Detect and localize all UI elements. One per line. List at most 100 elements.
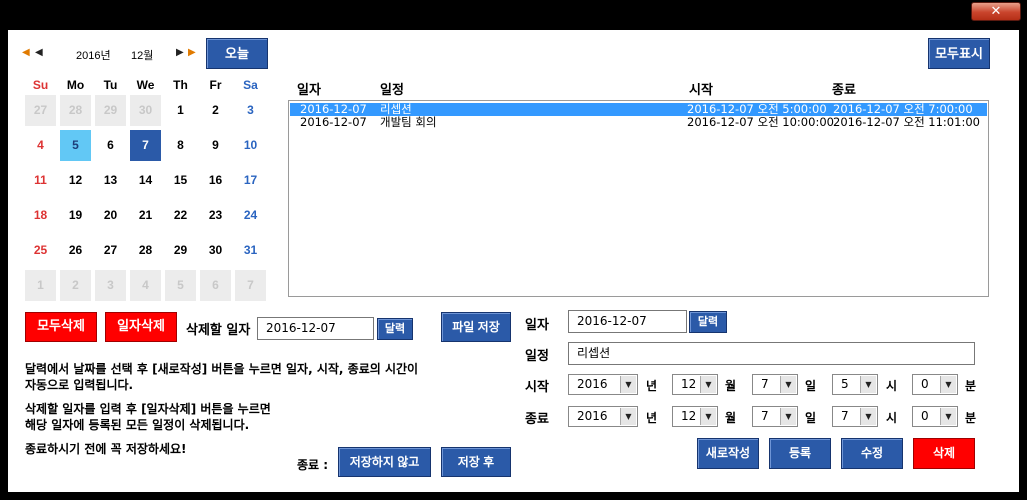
new-button[interactable]: 새로작성 xyxy=(697,438,759,469)
calendar-day[interactable]: 2 xyxy=(200,95,231,126)
calendar-day-selected[interactable]: 7 xyxy=(130,130,161,161)
calendar-day[interactable]: 17 xyxy=(235,165,266,196)
chevron-down-icon[interactable]: ▼ xyxy=(860,408,876,425)
start-month-select[interactable]: 12 ▼ xyxy=(672,374,718,395)
next-year-icon[interactable]: ▶ xyxy=(188,47,196,59)
calendar-day[interactable]: 15 xyxy=(165,165,196,196)
form-calendar-button[interactable]: 달력 xyxy=(689,311,727,333)
calendar-day[interactable]: 13 xyxy=(95,165,126,196)
calendar-day[interactable]: 29 xyxy=(165,235,196,266)
start-year-select[interactable]: 2016 ▼ xyxy=(568,374,638,395)
calendar-day[interactable]: 22 xyxy=(165,200,196,231)
chevron-down-icon[interactable]: ▼ xyxy=(700,376,716,393)
form-title-input[interactable]: 리셉션 xyxy=(568,342,975,365)
calendar-day[interactable]: 19 xyxy=(60,200,91,231)
calendar-day[interactable]: 4 xyxy=(130,270,161,301)
calendar-day[interactable]: 2 xyxy=(60,270,91,301)
save-file-button[interactable]: 파일 저장 xyxy=(441,312,511,342)
schedule-list[interactable]: 2016-12-07 리셉션 2016-12-07 오전 5:00:00 201… xyxy=(288,100,989,297)
row-end: 2016-12-07 오전 11:01:00 xyxy=(833,115,980,129)
chevron-down-icon[interactable]: ▼ xyxy=(620,376,636,393)
calendar-day[interactable]: 14 xyxy=(130,165,161,196)
calendar-day[interactable]: 5 xyxy=(165,270,196,301)
year-unit-label: 년 xyxy=(646,379,658,393)
weekday-th: Th xyxy=(173,78,188,92)
calendar-day[interactable]: 6 xyxy=(200,270,231,301)
calendar-day[interactable]: 7 xyxy=(235,270,266,301)
chevron-down-icon[interactable]: ▼ xyxy=(780,408,796,425)
end-year-select[interactable]: 2016 ▼ xyxy=(568,406,638,427)
end-day-select[interactable]: 7 ▼ xyxy=(752,406,798,427)
month-label: 12월 xyxy=(131,50,154,62)
calendar-day[interactable]: 12 xyxy=(60,165,91,196)
calendar-day[interactable]: 10 xyxy=(235,130,266,161)
end-hour-value: 7 xyxy=(841,409,849,423)
hour-unit-label: 시 xyxy=(886,411,898,425)
end-month-select[interactable]: 12 ▼ xyxy=(672,406,718,427)
register-button[interactable]: 등록 xyxy=(769,438,831,469)
prev-month-icon[interactable]: ◀ xyxy=(35,47,43,59)
calendar-day[interactable]: 1 xyxy=(165,95,196,126)
calendar-day[interactable]: 29 xyxy=(95,95,126,126)
calendar-day[interactable]: 27 xyxy=(25,95,56,126)
calendar-day-today[interactable]: 5 xyxy=(60,130,91,161)
calendar-day[interactable]: 26 xyxy=(60,235,91,266)
calendar-day[interactable]: 8 xyxy=(165,130,196,161)
calendar-day[interactable]: 23 xyxy=(200,200,231,231)
calendar-day[interactable]: 6 xyxy=(95,130,126,161)
calendar-day[interactable]: 28 xyxy=(60,95,91,126)
calendar-day[interactable]: 30 xyxy=(130,95,161,126)
start-day-select[interactable]: 7 ▼ xyxy=(752,374,798,395)
delete-all-button[interactable]: 모두삭제 xyxy=(25,312,97,342)
chevron-down-icon[interactable]: ▼ xyxy=(700,408,716,425)
calendar-day[interactable]: 18 xyxy=(25,200,56,231)
calendar-day[interactable]: 11 xyxy=(25,165,56,196)
list-item[interactable]: 2016-12-07 개발팀 회의 2016-12-07 오전 10:00:00… xyxy=(290,116,987,129)
exit-without-save-button[interactable]: 저장하지 않고 xyxy=(338,447,431,477)
form-title-label: 일정 xyxy=(525,349,549,364)
help-text-line: 삭제할 일자를 입력 후 [일자삭제] 버튼을 누르면 xyxy=(25,402,271,416)
edit-button[interactable]: 수정 xyxy=(841,438,903,469)
calendar-day[interactable]: 24 xyxy=(235,200,266,231)
delete-date-button[interactable]: 일자삭제 xyxy=(105,312,177,342)
end-minute-value: 0 xyxy=(921,409,929,423)
calendar-day[interactable]: 3 xyxy=(235,95,266,126)
start-hour-select[interactable]: 5 ▼ xyxy=(832,374,878,395)
chevron-down-icon[interactable]: ▼ xyxy=(860,376,876,393)
show-all-button[interactable]: 모두표시 xyxy=(928,38,990,69)
weekday-su: Su xyxy=(32,78,49,92)
calendar-day[interactable]: 3 xyxy=(95,270,126,301)
calendar-day[interactable]: 31 xyxy=(235,235,266,266)
close-button[interactable]: ✕ xyxy=(971,2,1021,21)
calendar-day[interactable]: 1 xyxy=(25,270,56,301)
delete-date-input[interactable]: 2016-12-07 xyxy=(257,317,374,340)
delete-button[interactable]: 삭제 xyxy=(913,438,975,469)
today-button[interactable]: 오늘 xyxy=(206,38,268,69)
day-unit-label: 일 xyxy=(805,379,817,393)
calendar-day[interactable]: 20 xyxy=(95,200,126,231)
column-header-date: 일자 xyxy=(297,83,321,98)
calendar-day[interactable]: 4 xyxy=(25,130,56,161)
prev-year-icon[interactable]: ◀ xyxy=(22,47,30,59)
calendar-day[interactable]: 21 xyxy=(130,200,161,231)
help-text-line: 종료하시기 전에 꼭 저장하세요! xyxy=(25,442,187,456)
help-text-line: 해당 일자에 등록된 모든 일정이 삭제됩니다. xyxy=(25,418,250,432)
day-unit-label: 일 xyxy=(805,411,817,425)
form-date-input[interactable]: 2016-12-07 xyxy=(568,310,687,333)
chevron-down-icon[interactable]: ▼ xyxy=(940,376,956,393)
end-hour-select[interactable]: 7 ▼ xyxy=(832,406,878,427)
calendar-day[interactable]: 30 xyxy=(200,235,231,266)
calendar-day[interactable]: 16 xyxy=(200,165,231,196)
chevron-down-icon[interactable]: ▼ xyxy=(780,376,796,393)
next-month-icon[interactable]: ▶ xyxy=(176,47,184,59)
calendar-day[interactable]: 27 xyxy=(95,235,126,266)
exit-after-save-button[interactable]: 저장 후 xyxy=(441,447,511,477)
chevron-down-icon[interactable]: ▼ xyxy=(620,408,636,425)
calendar-day[interactable]: 9 xyxy=(200,130,231,161)
chevron-down-icon[interactable]: ▼ xyxy=(940,408,956,425)
calendar-day[interactable]: 25 xyxy=(25,235,56,266)
delete-date-calendar-button[interactable]: 달력 xyxy=(377,318,413,340)
start-minute-select[interactable]: 0 ▼ xyxy=(912,374,958,395)
calendar-day[interactable]: 28 xyxy=(130,235,161,266)
end-minute-select[interactable]: 0 ▼ xyxy=(912,406,958,427)
